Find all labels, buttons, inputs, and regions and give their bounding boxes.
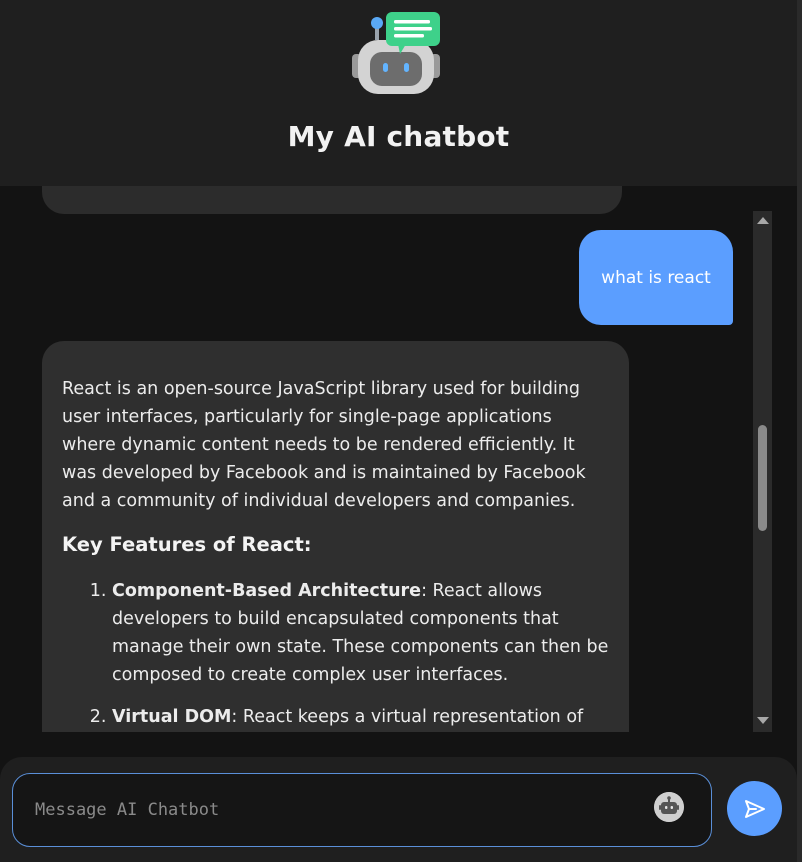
previous-message-bubble — [42, 186, 622, 214]
message-input-box[interactable] — [12, 773, 712, 847]
list-item: Virtual DOM: React keeps a virtual repre… — [112, 703, 609, 732]
window-edge — [797, 0, 802, 862]
message-input[interactable] — [35, 796, 635, 824]
robot-icon[interactable] — [654, 792, 684, 822]
scroll-down-arrow-icon[interactable] — [757, 717, 769, 724]
scroll-up-arrow-icon[interactable] — [757, 217, 769, 224]
list-item: Component-Based Architecture: React allo… — [112, 577, 609, 689]
message-composer — [0, 757, 797, 862]
scroll-thumb[interactable] — [758, 425, 767, 531]
send-button[interactable] — [727, 781, 782, 836]
chat-area[interactable]: what is react React is an open-source Ja… — [0, 186, 797, 732]
feature-title: Virtual DOM — [112, 707, 232, 727]
feature-title: Component-Based Architecture — [112, 581, 422, 601]
user-message: what is react — [579, 230, 733, 325]
robot-chat-icon — [352, 12, 440, 94]
bot-message: React is an open-source JavaScript libra… — [42, 341, 629, 732]
header: My AI chatbot — [0, 0, 797, 186]
feature-list: Component-Based Architecture: React allo… — [62, 577, 609, 732]
chat-scrollbar[interactable] — [753, 211, 772, 732]
send-icon — [744, 799, 765, 818]
user-message-text: what is react — [601, 267, 711, 288]
bot-message-intro: React is an open-source JavaScript libra… — [62, 379, 586, 511]
page-title: My AI chatbot — [287, 120, 510, 153]
bot-message-heading: Key Features of React: — [62, 533, 312, 556]
